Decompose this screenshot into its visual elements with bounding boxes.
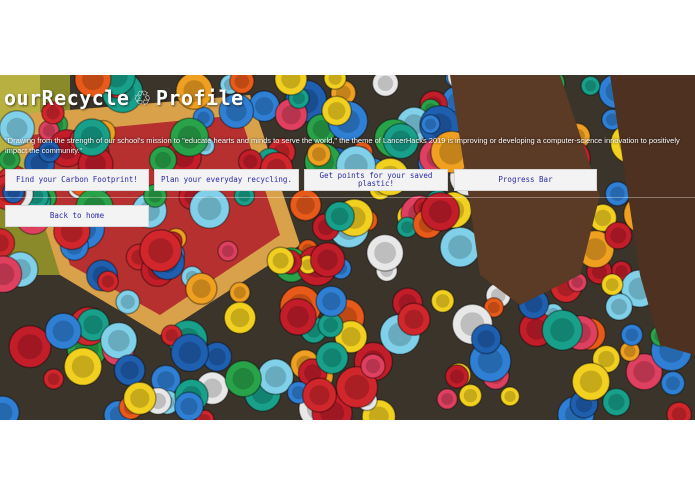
carbon-footprint-button[interactable]: Find your Carbon Footprint! [5, 169, 149, 191]
bottle-cap-inner [148, 189, 162, 203]
bottle-cap-inner [504, 390, 516, 402]
divider [0, 197, 695, 198]
bottle-cap-inner [435, 294, 450, 308]
bottle-cap-inner [108, 329, 130, 352]
bottle-cap-inner [47, 373, 60, 385]
bottle-cap-inner [230, 308, 250, 328]
bottle-cap-inner [341, 327, 361, 347]
bottle-cap-inner [608, 393, 625, 411]
bottle-cap-inner [83, 315, 103, 335]
bottle-cap-inner [330, 207, 349, 226]
bottle-cap-inner [323, 317, 338, 333]
hero-background-image [0, 75, 695, 420]
title-text-profile: Profile [155, 86, 244, 110]
bottle-cap-inner [192, 279, 211, 298]
bottle-cap-inner [327, 102, 346, 120]
bottle-cap-inner [450, 369, 464, 384]
bottle-cap-inner [197, 196, 222, 221]
bottle-cap-inner [296, 195, 315, 215]
bottle-cap-inner [238, 189, 251, 202]
progress-bar-button[interactable]: Progress Bar [454, 169, 597, 191]
bottle-cap-inner [584, 80, 597, 92]
bottle-cap-inner [377, 75, 394, 91]
bottle-cap-inner [255, 97, 274, 116]
bottle-cap-inner [178, 341, 201, 364]
bottle-cap-inner [130, 388, 150, 408]
page-title: ourRecycle ♲ Profile [4, 86, 244, 110]
saved-plastic-points-button[interactable]: Get points for your saved plastic! [304, 169, 448, 191]
bottle-cap-inner [611, 298, 627, 315]
bottle-cap-inner [571, 276, 584, 288]
bottle-cap-inner [404, 309, 424, 329]
bottle-cap-inner [322, 348, 342, 368]
bottle-cap-inner [148, 238, 174, 264]
bottle-cap-inner [428, 200, 452, 224]
bottle-cap-inner [272, 252, 289, 269]
bottle-cap-inner [309, 385, 330, 406]
bottle-cap-inner [401, 221, 414, 234]
mission-statement: "Drawing from the strength of our school… [5, 136, 680, 155]
bottle-cap-inner [448, 235, 472, 259]
bottle-cap-inner [101, 275, 115, 288]
bottle-cap-inner [287, 305, 309, 328]
bottle-cap-inner [344, 374, 370, 400]
bottle-cap-inner [322, 292, 341, 311]
bottle-cap-inner [610, 186, 625, 201]
bottle-cap-inner [463, 388, 478, 403]
bottle-cap-inner [633, 361, 655, 383]
title-text-our-recycle: ourRecycle [4, 86, 130, 110]
bottle-cap-inner [477, 330, 496, 348]
bottle-caps-photo [0, 75, 695, 420]
bottle-cap-inner [52, 320, 74, 342]
bottle-cap-inner [579, 370, 603, 393]
bottle-cap-inner [221, 245, 234, 258]
bottle-cap-inner [424, 118, 437, 130]
bottle-cap-inner [180, 397, 198, 415]
bottle-cap-inner [624, 345, 636, 358]
bottle-cap-inner [265, 366, 287, 388]
back-to-home-button[interactable]: Back to home [5, 205, 149, 227]
bottle-cap-inner [317, 249, 338, 271]
bottle-cap-inner [665, 376, 680, 391]
plan-recycling-button[interactable]: Plan your everyday recycling. [154, 169, 299, 191]
bottle-cap-inner [605, 278, 619, 291]
bottle-cap-inner [610, 227, 627, 244]
bottle-cap-inner [157, 371, 175, 389]
bottle-cap-inner [594, 209, 612, 227]
bottle-cap-inner [232, 367, 255, 390]
recycle-icon: ♲ [133, 86, 152, 110]
bottle-cap-inner [17, 334, 43, 360]
bottle-cap-inner [71, 355, 95, 378]
bottle-cap-inner [441, 393, 454, 405]
bottle-cap-inner [550, 318, 575, 343]
bottle-cap-inner [374, 241, 396, 264]
bottle-cap-inner [120, 294, 135, 309]
bottle-cap-inner [488, 301, 500, 314]
bottle-cap-inner [120, 361, 139, 380]
bottle-cap-inner [243, 154, 258, 169]
bottle-cap-inner [625, 328, 639, 342]
bottle-cap-inner [365, 358, 381, 374]
bottle-cap-inner [208, 348, 226, 366]
bottle-cap-inner [233, 286, 246, 299]
